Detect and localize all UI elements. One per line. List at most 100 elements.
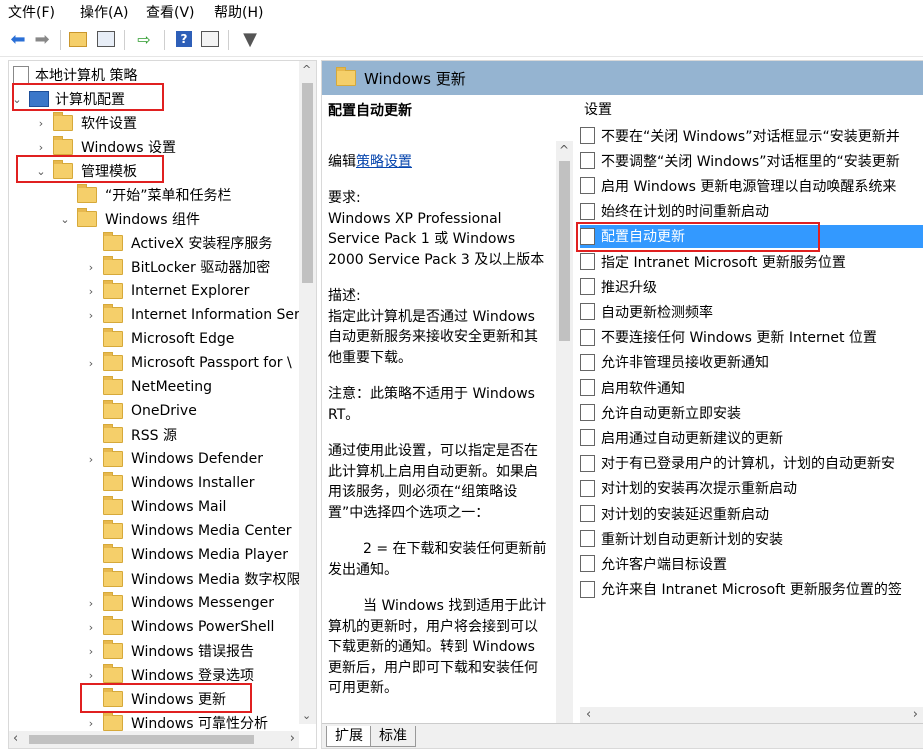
- tree-item-component[interactable]: › Windows 登录选项: [85, 663, 254, 687]
- tree-item-computer-config[interactable]: ⌄ 计算机配置: [11, 87, 125, 111]
- setting-row[interactable]: 不要调整“关闭 Windows”对话框里的“安装更新: [580, 149, 923, 172]
- chevron-right-icon[interactable]: ›: [85, 309, 97, 322]
- setting-row[interactable]: 对计划的安装延迟重新启动: [580, 502, 923, 525]
- setting-row[interactable]: 启用通过自动更新建议的更新: [580, 426, 923, 449]
- setting-row[interactable]: 配置自动更新: [580, 224, 923, 248]
- tree-item-component[interactable]: Windows Media 数字权限: [85, 567, 300, 591]
- tree-hscroll-thumb[interactable]: [29, 735, 254, 744]
- tab-extended[interactable]: 扩展: [326, 726, 372, 747]
- setting-row[interactable]: 启用 Windows 更新电源管理以自动唤醒系统来: [580, 174, 923, 197]
- up-folder-icon[interactable]: [68, 29, 88, 49]
- show-hide-tree-icon[interactable]: [96, 29, 116, 49]
- menu-action[interactable]: 操作(A): [80, 2, 129, 22]
- tree-item-component[interactable]: Windows Media Player: [85, 543, 288, 567]
- chevron-down-icon[interactable]: ⌄: [59, 213, 71, 226]
- menu-view[interactable]: 查看(V): [146, 2, 195, 22]
- folder-icon: [77, 184, 97, 203]
- setting-row[interactable]: 允许来自 Intranet Microsoft 更新服务位置的签: [580, 578, 923, 601]
- chevron-right-icon[interactable]: ›: [35, 117, 47, 130]
- tree-item-component[interactable]: › Windows 错误报告: [85, 639, 254, 663]
- description-scrollbar[interactable]: ^ ⌄: [556, 141, 573, 748]
- setting-row[interactable]: 不要在“关闭 Windows”对话框显示“安装更新并: [580, 124, 923, 147]
- scroll-up-icon[interactable]: ^: [302, 63, 311, 76]
- menu-help[interactable]: 帮助(H): [214, 2, 263, 22]
- setting-row[interactable]: 自动更新检测频率: [580, 300, 923, 323]
- chevron-right-icon[interactable]: ›: [85, 717, 97, 730]
- chevron-right-icon[interactable]: ›: [85, 357, 97, 370]
- properties-icon[interactable]: [200, 29, 220, 49]
- chevron-right-icon[interactable]: ›: [85, 645, 97, 658]
- tree-item-windows-components[interactable]: ⌄ Windows 组件: [59, 207, 200, 231]
- tree-item-admin-templates[interactable]: ⌄ 管理模板: [35, 159, 137, 183]
- tree-horizontal-scrollbar[interactable]: ‹ ›: [9, 731, 299, 748]
- scroll-left-icon[interactable]: ‹: [586, 707, 591, 722]
- description-scroll-thumb[interactable]: [559, 161, 570, 341]
- tree-item-component[interactable]: Windows Mail: [85, 495, 226, 519]
- tree-item-component[interactable]: Microsoft Edge: [85, 327, 234, 351]
- chevron-right-icon[interactable]: ›: [85, 621, 97, 634]
- tree-item-component[interactable]: › Microsoft Passport for \: [85, 351, 292, 375]
- setting-row[interactable]: 允许非管理员接收更新通知: [580, 351, 923, 374]
- tree-item-start-menu[interactable]: “开始”菜单和任务栏: [77, 183, 232, 207]
- chevron-right-icon[interactable]: ›: [85, 261, 97, 274]
- chevron-right-icon[interactable]: ›: [85, 597, 97, 610]
- setting-row[interactable]: 允许客户端目标设置: [580, 552, 923, 575]
- tree-item-windows-settings[interactable]: › Windows 设置: [35, 135, 176, 159]
- setting-row[interactable]: 重新计划自动更新计划的安装: [580, 527, 923, 550]
- scroll-up-icon[interactable]: ^: [559, 143, 569, 157]
- setting-row[interactable]: 不要连接任何 Windows 更新 Internet 位置: [580, 326, 923, 349]
- setting-row[interactable]: 对于有已登录用户的计算机，计划的自动更新安: [580, 452, 923, 475]
- tree-item-component[interactable]: Windows 更新: [85, 687, 226, 711]
- tree-item-component[interactable]: Windows Media Center: [85, 519, 292, 543]
- tree-item-component[interactable]: › BitLocker 驱动器加密: [85, 255, 270, 279]
- chevron-right-icon[interactable]: ›: [85, 285, 97, 298]
- chevron-right-icon[interactable]: ›: [35, 141, 47, 154]
- tree-item-local-policy[interactable]: 本地计算机 策略: [13, 63, 137, 87]
- scroll-down-icon[interactable]: ⌄: [302, 709, 311, 722]
- tree-scroll-thumb[interactable]: [302, 83, 313, 283]
- tree-item-label: 本地计算机 策略: [35, 68, 138, 84]
- tree-item-component[interactable]: RSS 源: [85, 423, 177, 447]
- setting-label: 指定 Intranet Microsoft 更新服务位置: [601, 254, 846, 271]
- setting-row[interactable]: 允许自动更新立即安装: [580, 401, 923, 424]
- tree-item-label: Windows Mail: [131, 499, 227, 515]
- tree-item-component[interactable]: › Windows Defender: [85, 447, 263, 471]
- setting-label: 始终在计划的时间重新启动: [601, 204, 769, 221]
- tree-item-component[interactable]: › Windows Messenger: [85, 591, 274, 615]
- help-icon[interactable]: ?: [174, 29, 194, 49]
- setting-row[interactable]: 推迟升级: [580, 275, 923, 298]
- setting-row[interactable]: 始终在计划的时间重新启动: [580, 200, 923, 223]
- setting-row[interactable]: 启用软件通知: [580, 376, 923, 399]
- tab-standard[interactable]: 标准: [370, 726, 416, 747]
- tree-item-component[interactable]: OneDrive: [85, 399, 197, 423]
- export-list-icon[interactable]: ⇨: [134, 29, 154, 49]
- edit-policy-link[interactable]: 策略设置: [356, 154, 412, 170]
- menu-file[interactable]: 文件(F): [8, 2, 55, 22]
- setting-row[interactable]: 对计划的安装再次提示重新启动: [580, 477, 923, 500]
- tree-item-component[interactable]: › Internet Explorer: [85, 279, 249, 303]
- toolbar-separator: [60, 30, 61, 50]
- tree-item-label: Windows Media Player: [131, 547, 289, 563]
- filter-icon[interactable]: ▼: [240, 29, 260, 50]
- scroll-left-icon[interactable]: ‹: [13, 731, 18, 746]
- setting-row[interactable]: 指定 Intranet Microsoft 更新服务位置: [580, 250, 923, 273]
- tree-item-component[interactable]: NetMeeting: [85, 375, 212, 399]
- chevron-down-icon[interactable]: ⌄: [11, 93, 23, 106]
- chevron-right-icon[interactable]: ›: [85, 669, 97, 682]
- tree-item-component[interactable]: › Windows PowerShell: [85, 615, 274, 639]
- tree-item-label: Windows 错误报告: [131, 644, 254, 660]
- tree-item-component[interactable]: › Internet Information Ser: [85, 303, 300, 327]
- tree-item-software-settings[interactable]: › 软件设置: [35, 111, 137, 135]
- tree-item-component[interactable]: Windows Installer: [85, 471, 254, 495]
- tree-vertical-scrollbar[interactable]: ^ ⌄: [299, 61, 316, 724]
- scroll-right-icon[interactable]: ›: [290, 731, 295, 746]
- settings-horizontal-scrollbar[interactable]: ‹ ›: [580, 707, 923, 724]
- tree-item-component[interactable]: ActiveX 安装程序服务: [85, 231, 272, 255]
- scroll-right-icon[interactable]: ›: [913, 707, 918, 722]
- setting-label: 对计划的安装延迟重新启动: [601, 506, 769, 523]
- chevron-down-icon[interactable]: ⌄: [35, 165, 47, 178]
- back-arrow-icon[interactable]: ⬅: [8, 29, 28, 50]
- description-label: 描述:: [328, 288, 361, 304]
- forward-arrow-icon[interactable]: ➡: [32, 29, 52, 50]
- chevron-right-icon[interactable]: ›: [85, 453, 97, 466]
